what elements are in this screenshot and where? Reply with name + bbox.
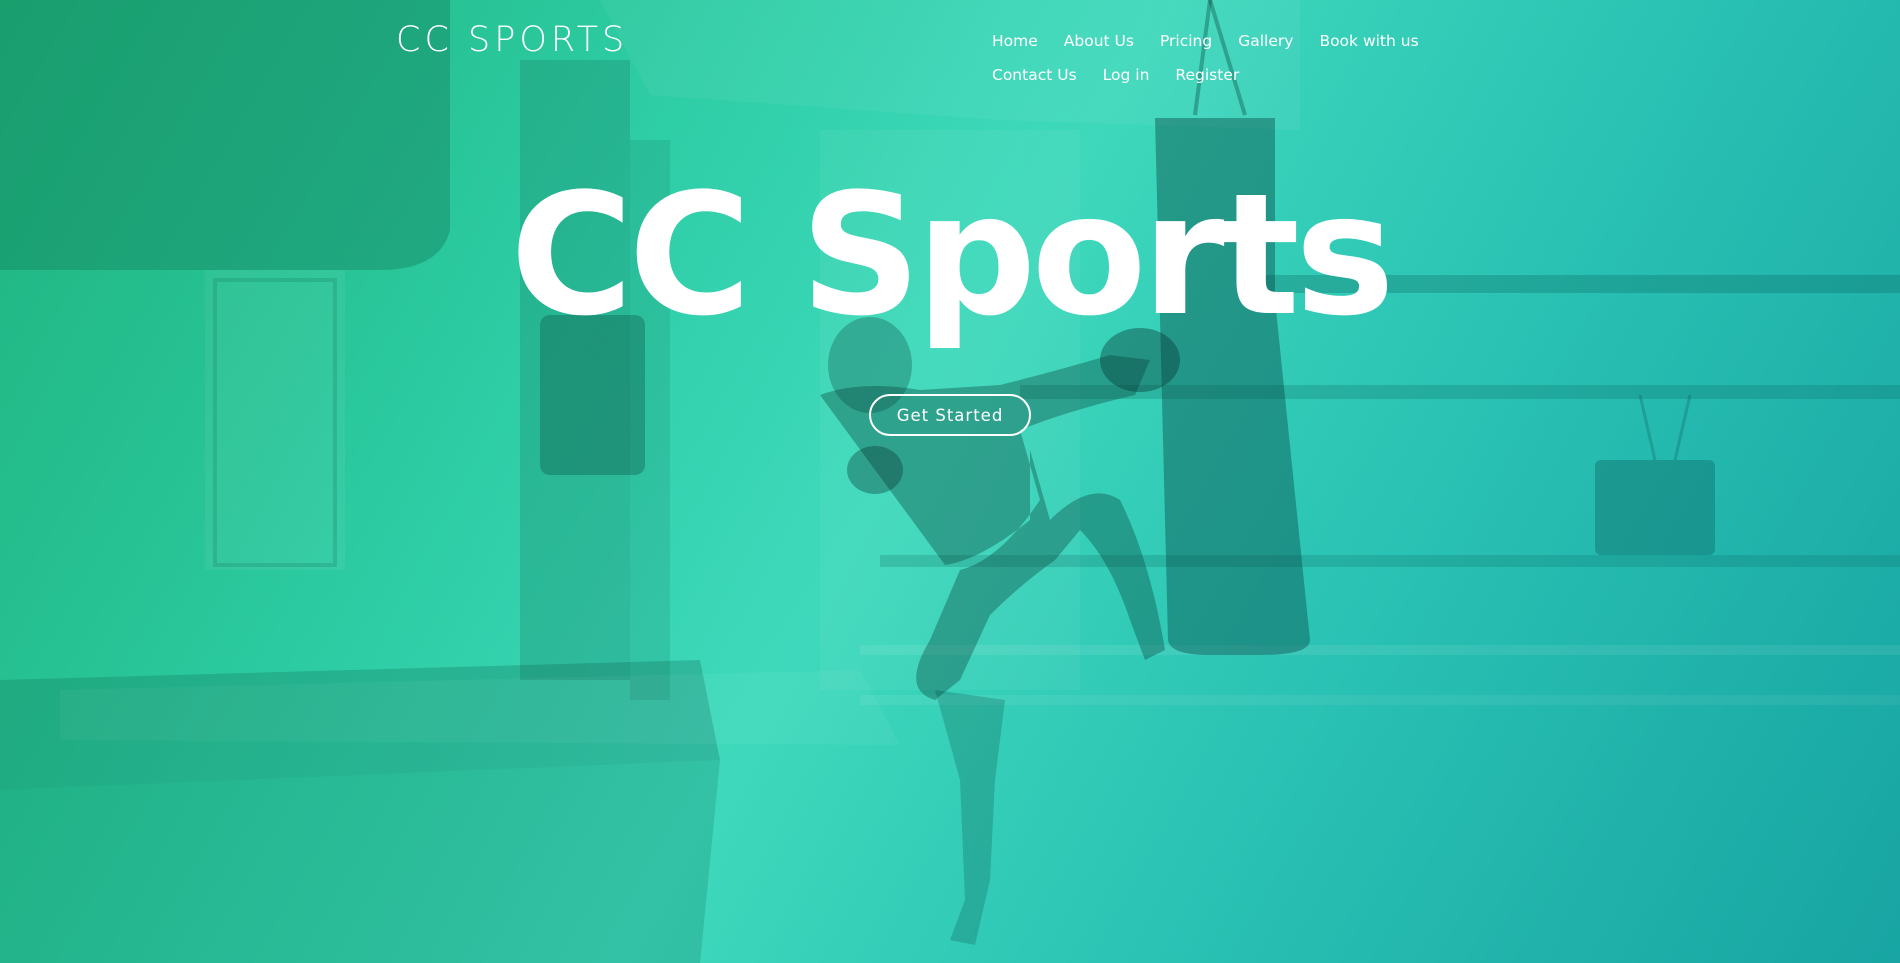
main-nav: Home About Us Pricing Gallery Book with …	[992, 30, 1512, 87]
nav-about-us[interactable]: About Us	[1064, 30, 1134, 53]
hero-section: CC SPORTS Home About Us Pricing Gallery …	[0, 0, 1900, 963]
hero-title: CC Sports	[510, 157, 1395, 353]
nav-gallery[interactable]: Gallery	[1238, 30, 1293, 53]
nav-home[interactable]: Home	[992, 30, 1038, 53]
nav-register[interactable]: Register	[1175, 64, 1239, 87]
nav-contact-us[interactable]: Contact Us	[992, 64, 1077, 87]
site-logo[interactable]: CC SPORTS	[396, 20, 628, 60]
get-started-button[interactable]: Get Started	[869, 394, 1031, 436]
nav-book-with-us[interactable]: Book with us	[1319, 30, 1418, 53]
nav-pricing[interactable]: Pricing	[1160, 30, 1212, 53]
hero-gradient-overlay	[0, 0, 1900, 963]
nav-log-in[interactable]: Log in	[1103, 64, 1150, 87]
